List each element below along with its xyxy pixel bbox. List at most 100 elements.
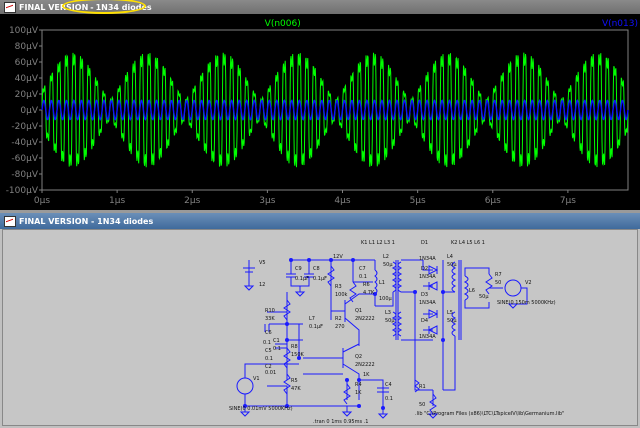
schematic-label-l3val[interactable]: 50µ <box>385 318 395 324</box>
schematic-label-rval2[interactable]: 1K <box>363 372 370 378</box>
schematic-label-l4val[interactable]: 50µ <box>447 262 457 268</box>
schematic-label-r8val[interactable]: 150K <box>291 352 305 358</box>
schematic-label-v5[interactable]: V5 <box>259 260 266 266</box>
waveform-chart[interactable]: 100µV 80µV 60µV 40µV 20µV 0µV -20µV -40µV -60µV -… <box>0 14 640 210</box>
y-tick-label: -100µV <box>6 186 39 196</box>
y-tick-label: 20µV <box>15 90 39 100</box>
schematic-label-c5val[interactable]: 0.1 <box>265 356 273 362</box>
schematic-label-c6[interactable]: C6 <box>265 330 272 336</box>
y-tick-label: -80µV <box>11 170 38 180</box>
series-label-v-n006: V(n006) <box>265 19 301 29</box>
schematic-label-r7val[interactable]: 50 <box>495 280 501 286</box>
schematic-label-c7[interactable]: C7 <box>359 266 366 272</box>
schematic-label-r3[interactable]: R3 <box>335 284 342 290</box>
schematic-label-r7[interactable]: R7 <box>495 272 502 278</box>
schematic-label-c1[interactable]: C1 <box>273 338 280 344</box>
schematic-label-c9[interactable]: C9 <box>295 266 302 272</box>
schematic-label-d1[interactable]: D1 <box>421 240 428 246</box>
schematic-label-c8[interactable]: C8 <box>313 266 320 272</box>
series-label-v-n013: V(n013) <box>602 19 638 29</box>
x-tick-label: 2µs <box>184 196 200 206</box>
schematic-label-d2val[interactable]: 1N34A <box>419 274 436 280</box>
schematic-label-l2val[interactable]: 50µ <box>383 262 393 268</box>
schematic-label-c8val[interactable]: 0.1µF <box>313 276 327 282</box>
schematic-label-l7[interactable]: L7 <box>309 316 315 322</box>
x-tick-label: 1µs <box>109 196 125 206</box>
schematic-label-r6[interactable]: R6 <box>363 282 370 288</box>
y-tick-label: 40µV <box>15 74 39 84</box>
schematic-canvas[interactable]: V5 12 C9 0.1µF C8 0.1µF 12V R3 100k C7 0.1 R6 4.7K L1… <box>3 230 637 425</box>
schematic-label-r10val[interactable]: 33K <box>265 316 275 322</box>
y-tick-label: -60µV <box>11 154 38 164</box>
schematic-label-r8[interactable]: R8 <box>291 344 298 350</box>
schematic-label-r4[interactable]: R4 <box>355 382 362 388</box>
schematic-label-v1val[interactable]: SINE(0 0.01mV 5000KHz) <box>229 406 293 412</box>
ground-symbols <box>239 282 519 419</box>
schematic-label-tran[interactable]: .tran 0 1ms 0.95ms .1 <box>313 419 368 425</box>
schematic-label-lib[interactable]: .lib "C:\Program Files (x86)\LTC\LTspice… <box>415 411 564 417</box>
schematic-label-d3[interactable]: D3 <box>421 292 428 298</box>
y-tick-label: -20µV <box>11 122 38 132</box>
schematic-label-r4val[interactable]: 1K <box>355 390 362 396</box>
schematic-label-c5[interactable]: C5 <box>265 348 272 354</box>
schematic-label-l4[interactable]: L4 <box>447 254 453 260</box>
schematic-window-titlebar[interactable]: FINAL VERSION - 1N34 diodes <box>0 213 640 229</box>
schematic-label-k1[interactable]: K1 L1 L2 L3 1 <box>361 240 395 246</box>
x-tick-label: 6µs <box>485 196 501 206</box>
x-tick-label: 4µs <box>334 196 350 206</box>
x-tick-label: 7µs <box>560 196 576 206</box>
y-tick-label: -40µV <box>11 138 38 148</box>
schematic-label-c9val[interactable]: 0.1µF <box>295 276 309 282</box>
schematic-label-r1[interactable]: R1 <box>419 384 426 390</box>
schematic-label-l1[interactable]: L1 <box>379 280 385 286</box>
x-tick-label: 0µs <box>34 196 50 206</box>
schematic-label-l1val[interactable]: 100µ <box>379 296 393 302</box>
schematic-pane[interactable]: V5 12 C9 0.1µF C8 0.1µF 12V R3 100k C7 0.1 R6 4.7K L1… <box>2 229 638 426</box>
schematic-label-d4val[interactable]: 1N34A <box>419 334 436 340</box>
schematic-label-r5val[interactable]: 47K <box>291 386 301 392</box>
schematic-label-r2[interactable]: R2 <box>335 316 342 322</box>
schematic-label-q1val[interactable]: 2N2222 <box>355 316 375 322</box>
schematic-label-d4[interactable]: D4 <box>421 318 428 324</box>
schematic-label-l3[interactable]: L3 <box>385 310 391 316</box>
y-tick-label: 80µV <box>15 42 39 52</box>
x-tick-label: 5µs <box>410 196 426 206</box>
schematic-label-l5val[interactable]: 50µ <box>447 318 457 324</box>
schematic-label-r1val[interactable]: 50 <box>419 402 425 408</box>
schematic-label-c4val[interactable]: 0.1 <box>385 396 393 402</box>
schematic-label-l6val[interactable]: 50µ <box>479 294 489 300</box>
schematic-label-v1[interactable]: V1 <box>253 376 260 382</box>
schematic-label-r10[interactable]: R10 <box>265 308 275 314</box>
yellow-annotation-ellipse <box>62 0 146 14</box>
waveform-plot-pane[interactable]: 100µV 80µV 60µV 40µV 20µV 0µV -20µV -40µV -60µV -… <box>0 14 640 210</box>
ltspice-waveform-icon <box>4 1 16 13</box>
schematic-label-l5[interactable]: L5 <box>447 310 453 316</box>
ltspice-schematic-icon <box>4 215 16 227</box>
schematic-label-r2val[interactable]: 270 <box>335 324 345 330</box>
schematic-label-l2[interactable]: L2 <box>383 254 389 260</box>
schematic-label-r6val[interactable]: 4.7K <box>363 290 375 296</box>
schematic-label-v2[interactable]: V2 <box>525 280 532 286</box>
schematic-label-c7val[interactable]: 0.1 <box>359 274 367 280</box>
y-tick-label: 0µV <box>20 106 38 116</box>
schematic-label-c1val[interactable]: 0.1 <box>273 346 281 352</box>
schematic-label-d3val[interactable]: 1N34A <box>419 300 436 306</box>
schematic-label-l6[interactable]: L6 <box>469 288 475 294</box>
schematic-label-q2val[interactable]: 2N2222 <box>355 362 375 368</box>
schematic-label-q2[interactable]: Q2 <box>355 354 362 360</box>
schematic-label-l7val[interactable]: 0.1µF <box>309 324 323 330</box>
schematic-label-c2val[interactable]: 0.01 <box>265 370 276 376</box>
schematic-label-r5[interactable]: R5 <box>291 378 298 384</box>
schematic-label-v5val[interactable]: 12 <box>259 282 265 288</box>
schematic-label-v2val[interactable]: SINE(0 150m 5000KHz) <box>497 300 556 306</box>
schematic-label-q1[interactable]: Q1 <box>355 308 362 314</box>
schematic-label-c4[interactable]: C4 <box>385 382 392 388</box>
schematic-label-c6val[interactable]: 0.1 <box>263 340 271 346</box>
schematic-label-d2[interactable]: D2 <box>421 266 428 272</box>
y-tick-label: 60µV <box>15 58 39 68</box>
schematic-label-d1val[interactable]: 1N34A <box>419 256 436 262</box>
schematic-label-r3val[interactable]: 100k <box>335 292 348 298</box>
plot-window-titlebar[interactable]: FINAL VERSION - 1N34 diodes <box>0 0 640 14</box>
schematic-label-k2[interactable]: K2 L4 L5 L6 1 <box>451 240 485 246</box>
schematic-label-supply[interactable]: 12V <box>333 254 343 260</box>
